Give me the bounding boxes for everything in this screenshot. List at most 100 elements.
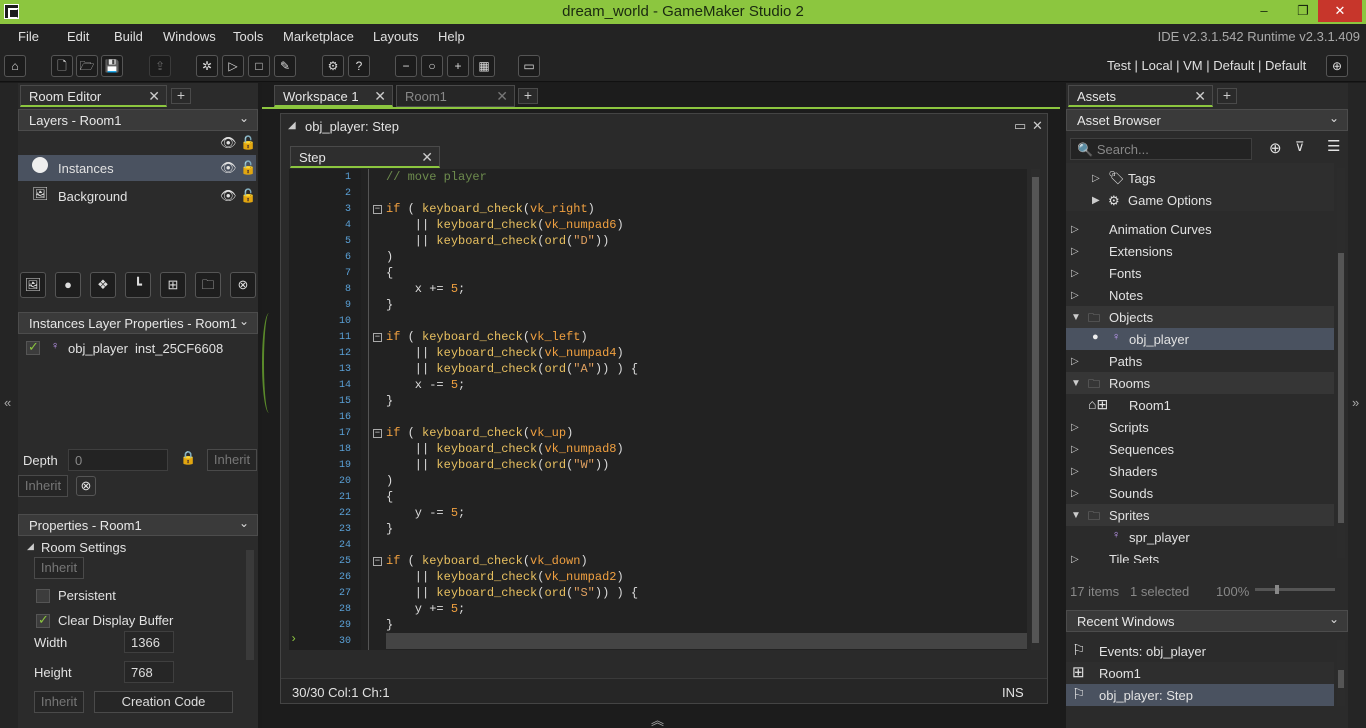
- debug-icon[interactable]: ✲: [196, 55, 218, 77]
- expand-triangle-icon[interactable]: ▶: [1092, 195, 1100, 206]
- persistent-checkbox[interactable]: [36, 589, 50, 603]
- room-settings-header[interactable]: Room Settings: [41, 540, 126, 555]
- properties-dropdown[interactable]: Properties - Room1 ⌄: [18, 514, 258, 536]
- menu-icon[interactable]: ☰: [1327, 137, 1340, 155]
- expand-triangle-icon[interactable]: ◢: [288, 120, 296, 131]
- asset-tree-row[interactable]: ▼ 🗀 Sprites: [1066, 504, 1334, 526]
- fold-toggle-icon[interactable]: −: [373, 429, 382, 438]
- code-line[interactable]: x += 5;: [386, 282, 465, 296]
- inherit-creation-button[interactable]: Inherit: [34, 691, 84, 713]
- code-area[interactable]: 1 2 3 4 5 6 7 8 9 10 11 12 13 14 15 16 17 18 19 20 21 22 23 24 2…: [289, 169, 1027, 650]
- zoom-out-icon[interactable]: −: [395, 55, 417, 77]
- maximize-icon[interactable]: ▭: [1014, 118, 1026, 134]
- asset-search-input[interactable]: 🔍 Search...: [1070, 138, 1252, 160]
- lock-icon[interactable]: 🔒: [180, 450, 196, 466]
- asset-tree-row[interactable]: ▼ 🗀 Rooms: [1066, 372, 1334, 394]
- code-line[interactable]: || keyboard_check(ord("S")) ) {: [386, 586, 638, 600]
- code-line[interactable]: x -= 5;: [386, 378, 465, 392]
- recent-item-room1[interactable]: ⊞ Room1: [1066, 662, 1334, 684]
- expand-triangle-icon[interactable]: ▷: [1071, 224, 1079, 235]
- add-tile-layer-icon[interactable]: ❖: [90, 272, 116, 298]
- recent-item-events[interactable]: ⚐ Events: obj_player: [1066, 640, 1334, 662]
- menu-tools[interactable]: Tools: [233, 29, 263, 44]
- collapse-triangle-icon[interactable]: ▼: [1071, 312, 1081, 323]
- zoom-reset-icon[interactable]: ○: [421, 55, 443, 77]
- expand-triangle-icon[interactable]: ▷: [1071, 356, 1079, 367]
- code-line[interactable]: }: [386, 298, 393, 312]
- asset-tree-row[interactable]: ▷ Shaders: [1066, 460, 1334, 482]
- layers-dropdown[interactable]: Layers - Room1 ⌄: [18, 109, 258, 131]
- menu-windows[interactable]: Windows: [163, 29, 216, 44]
- expand-triangle-icon[interactable]: ▷: [1071, 488, 1079, 499]
- expand-triangle-icon[interactable]: ▷: [1092, 173, 1100, 184]
- code-line[interactable]: y -= 5;: [386, 506, 465, 520]
- instance-object[interactable]: obj_player: [68, 341, 128, 356]
- layer-row-instances[interactable]: Instances 👁 🔓: [18, 155, 256, 181]
- tags-item[interactable]: Tags: [1128, 171, 1155, 186]
- collapse-triangle-icon[interactable]: ▼: [1071, 378, 1081, 389]
- add-instance-layer-icon[interactable]: ●: [55, 272, 81, 298]
- expand-triangle-icon[interactable]: ▷: [1071, 246, 1079, 257]
- zoom-slider-handle[interactable]: [1275, 585, 1279, 594]
- collapse-left-icon[interactable]: «: [4, 395, 11, 410]
- menu-marketplace[interactable]: Marketplace: [283, 29, 354, 44]
- asset-tree-row[interactable]: ▷ Paths: [1066, 350, 1334, 372]
- code-line[interactable]: ): [386, 250, 393, 264]
- code-line[interactable]: if ( keyboard_check(vk_down): [386, 554, 588, 568]
- close-tab-icon[interactable]: ✕: [421, 149, 433, 166]
- add-tab-icon[interactable]: +: [171, 88, 191, 104]
- code-line[interactable]: }: [386, 394, 393, 408]
- lock-icon[interactable]: 🔓: [240, 135, 256, 151]
- layer-row-background[interactable]: 🖼 Background 👁 🔓: [18, 183, 256, 209]
- asset-tree-row[interactable]: ▷ Tile Sets: [1066, 548, 1334, 563]
- add-workspace-icon[interactable]: +: [518, 88, 538, 104]
- add-background-layer-icon[interactable]: 🖼: [20, 272, 46, 298]
- fold-toggle-icon[interactable]: −: [373, 333, 382, 342]
- asset-tree-row[interactable]: ♀ ● obj_player: [1066, 328, 1334, 350]
- menu-help[interactable]: Help: [438, 29, 465, 44]
- clear-display-buffer-checkbox[interactable]: [36, 612, 50, 628]
- code-line[interactable]: {: [386, 490, 393, 504]
- expand-triangle-icon[interactable]: ▷: [1071, 466, 1079, 477]
- inherit-layer-button[interactable]: Inherit: [18, 475, 68, 497]
- menu-layouts[interactable]: Layouts: [373, 29, 419, 44]
- tab-assets[interactable]: Assets ✕: [1068, 85, 1213, 107]
- package-icon[interactable]: ⇪: [149, 55, 171, 77]
- grid-layout-icon[interactable]: ▦: [473, 55, 495, 77]
- asset-tree-row[interactable]: ▷ Sequences: [1066, 438, 1334, 460]
- code-line[interactable]: || keyboard_check(ord("A")) ) {: [386, 362, 638, 376]
- recent-scrollbar-thumb[interactable]: [1338, 670, 1344, 688]
- delete-layer-icon[interactable]: ⊗: [230, 272, 256, 298]
- instance-id[interactable]: inst_25CF6608: [135, 341, 223, 356]
- asset-tree-row[interactable]: ▼ 🗀 Objects: [1066, 306, 1334, 328]
- code-line[interactable]: || keyboard_check(vk_numpad8): [386, 442, 624, 456]
- collapse-up-icon[interactable]: ︽: [651, 710, 664, 728]
- inherit-room-button[interactable]: Inherit: [34, 557, 84, 579]
- home-icon[interactable]: ⌂: [4, 55, 26, 77]
- instances-layer-properties-dropdown[interactable]: Instances Layer Properties - Room1 ⌄: [18, 312, 258, 334]
- code-line[interactable]: }: [386, 618, 393, 632]
- recent-scrollbar[interactable]: [1337, 640, 1345, 706]
- settings-icon[interactable]: ⚙: [322, 55, 344, 77]
- code-line[interactable]: if ( keyboard_check(vk_right): [386, 202, 595, 216]
- code-line[interactable]: || keyboard_check(vk_numpad6): [386, 218, 624, 232]
- asset-tree-row[interactable]: ▷ Notes: [1066, 284, 1334, 306]
- add-asset-icon[interactable]: ⊕: [1269, 139, 1282, 157]
- instance-visible-checkbox[interactable]: [26, 339, 40, 355]
- open-project-icon[interactable]: 🗁: [76, 55, 98, 77]
- expand-triangle-icon[interactable]: ▷: [1071, 422, 1079, 433]
- delete-icon[interactable]: ⊗: [76, 476, 96, 496]
- expand-triangle-icon[interactable]: ◢: [27, 541, 34, 552]
- add-folder-icon[interactable]: 🗀: [195, 272, 221, 298]
- clean-icon[interactable]: ✎: [274, 55, 296, 77]
- close-tab-icon[interactable]: ✕: [148, 88, 160, 105]
- asset-tree-row[interactable]: ▷ Fonts: [1066, 262, 1334, 284]
- add-path-layer-icon[interactable]: ┗: [125, 272, 151, 298]
- tab-room1[interactable]: Room1 ✕: [396, 85, 515, 107]
- code-line[interactable]: || keyboard_check(ord("D")): [386, 234, 609, 248]
- new-project-icon[interactable]: 🗋: [51, 55, 73, 77]
- properties-scrollbar[interactable]: [246, 550, 254, 660]
- asset-tree-row[interactable]: ♀ spr_player: [1066, 526, 1334, 548]
- monitor-icon[interactable]: ▭: [518, 55, 540, 77]
- eye-icon[interactable]: 👁: [220, 135, 237, 151]
